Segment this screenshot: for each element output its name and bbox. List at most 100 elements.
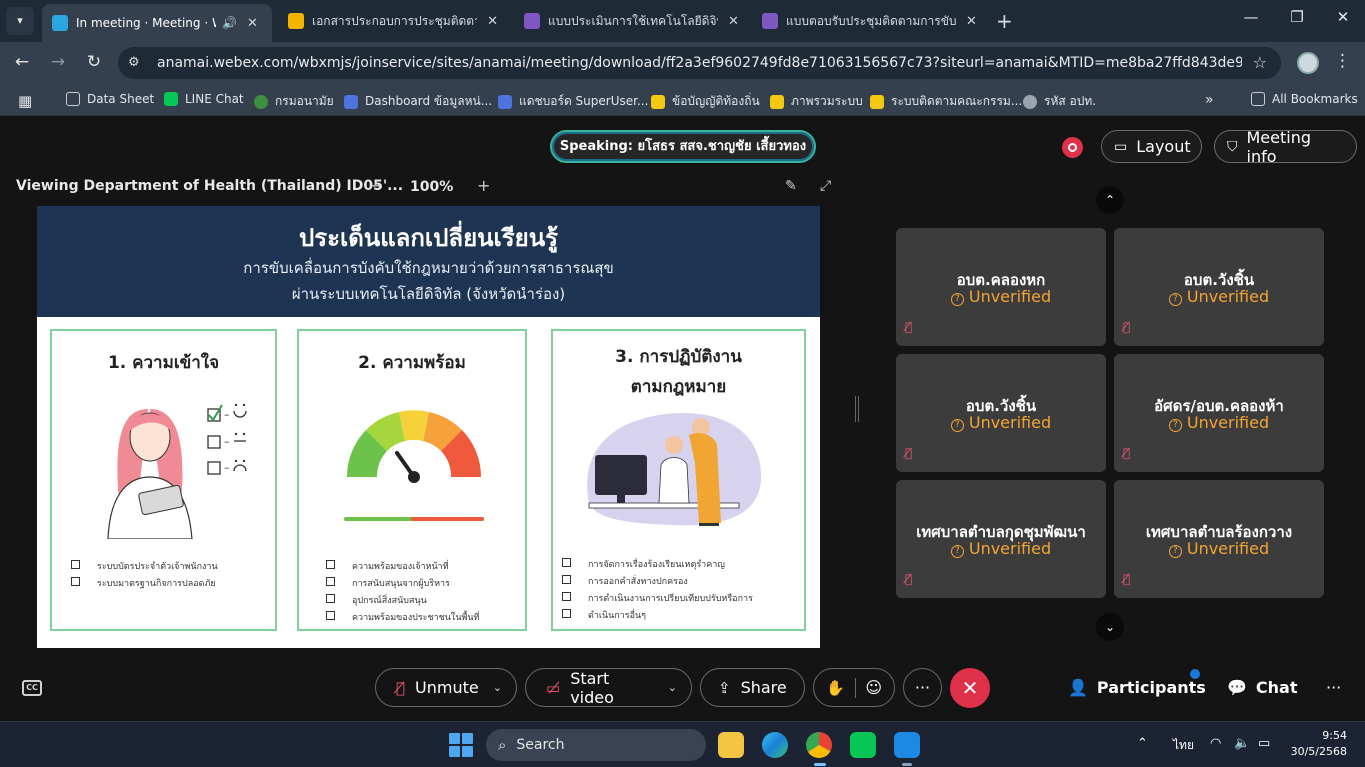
list-item: ระบบมาตรฐานกิจการปลอดภัย xyxy=(71,576,218,590)
unverified-icon: ? xyxy=(950,545,964,558)
volume-muted-icon[interactable]: 🔈 xyxy=(1234,736,1250,751)
muted-mic-icon: 🎙̸ xyxy=(905,572,913,586)
more-options-button[interactable]: ··· xyxy=(903,668,942,707)
chat-panel-button[interactable]: 💬 Chat xyxy=(1227,678,1298,697)
closed-captions-button[interactable]: CC xyxy=(22,680,42,696)
tab-title: แบบประเมินการใช้เทคโนโลยีดิจิทัล กอ xyxy=(548,13,718,28)
participant-tile[interactable]: เทศบาลตำบลร้องกวาง ? Unverified 🎙̸ xyxy=(1114,480,1324,598)
all-bookmarks-folder[interactable]: All Bookmarks xyxy=(1251,92,1358,106)
meeting-info-button[interactable]: ⛉ Meeting info xyxy=(1214,128,1357,166)
address-bar[interactable]: ⚙ anamai.webex.com/wbxmjs/joinservice/si… xyxy=(118,47,1281,79)
webex-app-icon[interactable] xyxy=(894,732,920,758)
bookmark-committee-tracking[interactable]: ระบบติดตามคณะกรรม... xyxy=(870,92,1022,111)
svg-text:–: – xyxy=(224,461,230,474)
participant-tile[interactable]: อบต.คลองหก ? Unverified 🎙̸ xyxy=(896,228,1106,346)
tab-form-response[interactable]: แบบตอบรับประชุมติดตามการขับเคลื่อ ✕ xyxy=(752,4,988,38)
powerbi-icon xyxy=(870,94,884,109)
list-item: ความพร้อมของประชาชนในพื้นที่ xyxy=(326,610,480,624)
bookmark-line-chat[interactable]: LINE Chat xyxy=(164,92,244,106)
slide-header: ประเด็นแลกเปลี่ยนเรียนรู้ การขับเคลื่อนก… xyxy=(37,206,820,317)
reaction-smiley-icon[interactable]: ☺ xyxy=(865,678,882,697)
participant-tile[interactable]: เทศบาลตำบลกุดชุมพัฒนา ? Unverified 🎙̸ xyxy=(896,480,1106,598)
windows-start-icon[interactable] xyxy=(449,733,473,757)
bookmark-data-sheet[interactable]: Data Sheet xyxy=(66,92,154,106)
bookmark-lao-code[interactable]: รหัส อปท. xyxy=(1023,92,1096,111)
webex-favicon-icon xyxy=(52,15,68,31)
chrome-icon[interactable] xyxy=(806,732,832,758)
chevron-down-icon[interactable]: ⌄ xyxy=(668,681,677,694)
wifi-icon[interactable]: ◠ xyxy=(1210,736,1221,751)
muted-mic-icon: 🎙̸ xyxy=(1123,320,1131,334)
close-tab-icon[interactable]: ✕ xyxy=(247,16,258,31)
panel-resize-handle[interactable] xyxy=(855,396,859,422)
close-window-icon[interactable]: ✕ xyxy=(1328,8,1358,26)
bookmark-label: LINE Chat xyxy=(185,92,244,106)
profile-avatar[interactable] xyxy=(1297,52,1319,74)
start-video-label: Start video xyxy=(570,668,614,707)
legal-practice-card: 3. การปฏิบัติงาน ตามกฎหมาย การจัดการเรื่… xyxy=(551,329,806,631)
powerbi-icon xyxy=(770,94,784,109)
fullscreen-icon[interactable]: ⤢ xyxy=(820,178,831,194)
unverified-icon: ? xyxy=(1168,419,1182,432)
card-title: 2. ความพร้อม xyxy=(358,353,466,373)
participant-tile[interactable]: อบต.วังชิ้น ? Unverified 🎙̸ xyxy=(896,354,1106,472)
bookmark-superuser[interactable]: แดชบอร์ด SuperUser... xyxy=(498,92,648,111)
card-bullet-list: ระบบบัตรประจำตัวเจ้าพนักงาน ระบบมาตรฐานก… xyxy=(71,559,218,593)
line-app-icon[interactable] xyxy=(850,732,876,758)
bookmark-overview[interactable]: ภาพรวมระบบ xyxy=(770,92,863,111)
bookmark-label: Dashboard ข้อมูลหน่... xyxy=(365,94,493,108)
reactions-button[interactable]: ✋ ☺ xyxy=(813,668,895,707)
bookmark-dashboard[interactable]: Dashboard ข้อมูลหน่... xyxy=(344,92,492,111)
tab-document[interactable]: เอกสารประกอบการประชุมติดตามระบบ ✕ xyxy=(278,4,508,38)
bookmark-anamai[interactable]: กรมอนามัย xyxy=(254,92,334,111)
bookmark-star-icon[interactable]: ☆ xyxy=(1253,53,1267,72)
raise-hand-icon[interactable]: ✋ xyxy=(826,679,845,697)
unmute-button[interactable]: 🎙̸ Unmute ⌄ xyxy=(375,668,517,707)
input-language[interactable]: ไทย xyxy=(1173,736,1194,755)
active-speaker-badge: Speaking: ยโสธร สสจ.ชาญชัย เสี้ยวทอง xyxy=(550,130,816,163)
forward-arrow-icon[interactable]: → xyxy=(46,52,70,72)
taskbar-search[interactable]: ⌕ Search xyxy=(486,729,706,761)
show-hidden-icons-chevron[interactable]: ⌃ xyxy=(1137,736,1148,751)
close-tab-icon[interactable]: ✕ xyxy=(487,14,498,29)
minimize-window-icon[interactable]: — xyxy=(1236,8,1266,26)
leave-meeting-button[interactable]: ✕ xyxy=(950,668,990,708)
office-workers-illustration xyxy=(587,413,762,526)
tab-search-icon[interactable]: ▾ xyxy=(6,7,34,35)
back-arrow-icon[interactable]: ← xyxy=(10,52,34,72)
tab-webex-meeting[interactable]: In meeting · Meeting · Webex 🔊 ✕ xyxy=(42,4,272,42)
url-text[interactable]: anamai.webex.com/wbxmjs/joinservice/site… xyxy=(157,55,1242,71)
reload-icon[interactable]: ↻ xyxy=(82,52,106,72)
participants-panel-button[interactable]: 👤 Participants xyxy=(1068,678,1206,697)
participant-status: ? Unverified xyxy=(896,539,1106,558)
close-tab-icon[interactable]: ✕ xyxy=(966,14,977,29)
share-button[interactable]: ⇪ Share xyxy=(700,668,805,707)
restore-window-icon[interactable]: ❐ xyxy=(1282,8,1312,26)
browser-menu-icon[interactable]: ⋮ xyxy=(1334,51,1351,71)
edge-icon[interactable] xyxy=(762,732,788,758)
zoom-in-button[interactable]: + xyxy=(477,176,490,195)
file-explorer-icon[interactable] xyxy=(718,732,744,758)
more-bookmarks-icon[interactable]: » xyxy=(1205,92,1214,108)
site-settings-icon[interactable]: ⚙ xyxy=(128,55,140,70)
scroll-up-chevron-icon[interactable]: ⌃ xyxy=(1096,186,1124,214)
system-clock[interactable]: 9:54 30/5/2568 xyxy=(1291,728,1347,760)
card-title: 3. การปฏิบัติงาน xyxy=(615,347,742,367)
tab-form-assessment[interactable]: แบบประเมินการใช้เทคโนโลยีดิจิทัล กอ ✕ xyxy=(514,4,750,38)
overflow-menu-button[interactable]: ··· xyxy=(1326,678,1341,697)
layout-button[interactable]: ▭ Layout xyxy=(1101,130,1202,163)
folder-icon xyxy=(66,92,80,106)
battery-icon[interactable]: ▭ xyxy=(1258,736,1270,751)
share-screen-icon: ⇪ xyxy=(718,678,731,697)
close-tab-icon[interactable]: ✕ xyxy=(728,14,739,29)
bookmark-local-regulations[interactable]: ข้อบัญญัติท้องถิ่น xyxy=(651,92,760,111)
apps-grid-icon[interactable]: ▦ xyxy=(18,92,32,110)
chevron-down-icon[interactable]: ⌄ xyxy=(493,681,502,694)
participant-tile[interactable]: อบต.วังชิ้น ? Unverified 🎙̸ xyxy=(1114,228,1324,346)
new-tab-button[interactable]: + xyxy=(996,9,1013,33)
annotate-icon[interactable]: ✎ xyxy=(785,178,797,194)
zoom-out-button[interactable]: − xyxy=(368,176,381,195)
start-video-button[interactable]: ▭̸ Start video ⌄ xyxy=(525,668,692,707)
scroll-down-chevron-icon[interactable]: ⌄ xyxy=(1096,613,1124,641)
participant-tile[interactable]: อัศดร/อบต.คลองห้า ? Unverified 🎙̸ xyxy=(1114,354,1324,472)
